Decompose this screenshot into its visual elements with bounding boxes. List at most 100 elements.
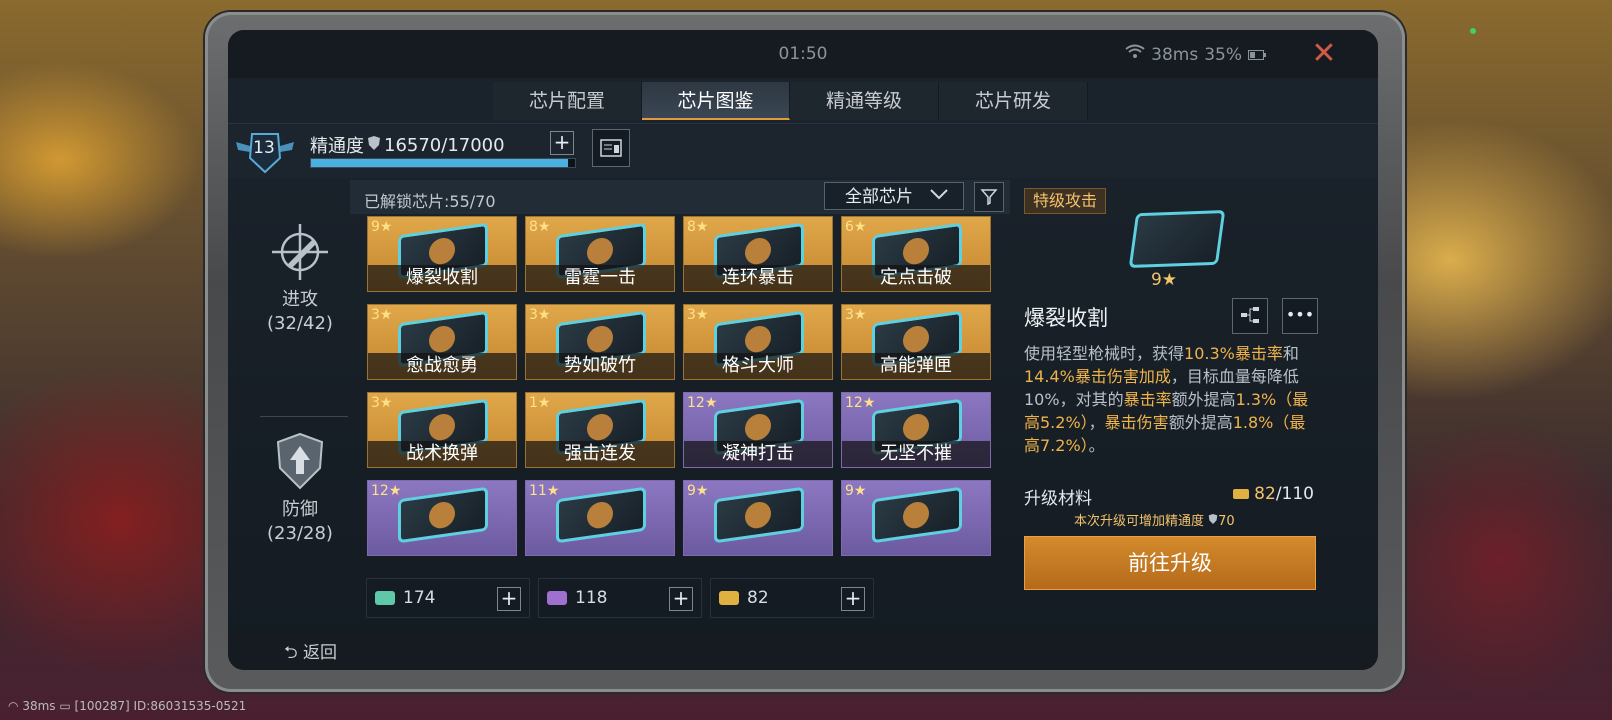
bottom-bar: ⮌ 返回 — [228, 630, 1378, 670]
unlocked-count: 已解锁芯片:55/70 — [364, 192, 496, 211]
material-total: /110 — [1275, 484, 1314, 504]
attack-count: (32/42) — [267, 313, 333, 334]
chip-card[interactable]: 6★ 定点击破 — [841, 216, 991, 292]
system-ping: 38ms — [22, 699, 56, 713]
chip-grid: 9★ 爆裂收割 8★ 雷霆一击 8★ 连环暴击 6★ 定点击破 3★ 愈战愈勇 3★ 势如破竹 3★ 格斗… — [350, 216, 1010, 572]
mastery-bar: 13 精通度 16570/17000 + — [228, 123, 1378, 178]
tab-chip-research[interactable]: 芯片研发 — [939, 82, 1088, 120]
chip-card[interactable]: 12★ 无坚不摧 — [841, 392, 991, 468]
chip-card[interactable]: 3★ 格斗大师 — [683, 304, 833, 380]
gold-chip-icon — [1232, 489, 1249, 499]
sidebar-item-defense[interactable]: 防御 (23/28) — [250, 430, 350, 546]
chip-card[interactable]: 3★ 势如破竹 — [525, 304, 675, 380]
chip-card-name: 凝神打击 — [684, 441, 832, 467]
chip-name: 爆裂收割 — [1024, 306, 1108, 330]
chip-stars: 3★ — [687, 307, 709, 323]
chip-card[interactable]: 9★ — [841, 480, 991, 556]
filter-value: 全部芯片 — [845, 187, 913, 207]
chip-card[interactable]: 11★ — [525, 480, 675, 556]
go-upgrade-button[interactable]: 前往升级 — [1024, 536, 1316, 590]
back-button[interactable]: ⮌ 返回 — [284, 638, 337, 669]
desc-text: ， — [1088, 413, 1105, 432]
back-arrow-icon: ⮌ — [284, 643, 298, 663]
chip-card[interactable]: 12★ — [367, 480, 517, 556]
chip-icon — [872, 486, 962, 544]
category-sidebar: 进攻 (32/42) 防御 (23/28) — [250, 180, 350, 630]
chip-card[interactable]: 8★ 雷霆一击 — [525, 216, 675, 292]
mastery-progress-fill — [311, 159, 569, 167]
chip-card[interactable]: 3★ 战术换弹 — [367, 392, 517, 468]
close-icon[interactable]: ✕ — [1310, 39, 1338, 69]
tab-chip-config[interactable]: 芯片配置 — [493, 82, 642, 120]
chip-card[interactable]: 12★ 凝神打击 — [683, 392, 833, 468]
mastery-label-row: 精通度 16570/17000 — [310, 132, 505, 158]
tab-chip-codex[interactable]: 芯片图鉴 — [642, 82, 790, 120]
status-dot — [1470, 28, 1476, 34]
chip-screen: 01:50 38ms 35% ✕ 芯片配置 芯片图鉴 精通等级 芯片研发 13 … — [228, 30, 1378, 670]
chip-card-name: 战术换弹 — [368, 441, 516, 467]
chip-stars: 9★ — [371, 219, 393, 235]
chip-card[interactable]: 9★ — [683, 480, 833, 556]
desc-highlight: 暴击伤害 — [1104, 413, 1169, 432]
sidebar-item-attack[interactable]: 进攻 (32/42) — [250, 220, 350, 336]
tab-mastery-level[interactable]: 精通等级 — [790, 82, 939, 120]
codex-book-button[interactable] — [592, 129, 630, 167]
chip-icon — [714, 486, 804, 544]
back-label: 返回 — [303, 643, 338, 663]
filter-button[interactable] — [974, 182, 1004, 212]
attack-label: 进攻 — [282, 289, 318, 310]
chip-card[interactable]: 1★ 强击连发 — [525, 392, 675, 468]
add-purple-button[interactable]: + — [669, 587, 693, 611]
chip-preview-icon — [1128, 210, 1226, 268]
ping-value: 38ms — [1151, 44, 1199, 65]
add-green-button[interactable]: + — [497, 587, 521, 611]
battery-value: 35% — [1204, 44, 1242, 65]
desc-text: 和 — [1282, 344, 1299, 363]
defense-count: (23/28) — [267, 523, 333, 544]
chip-card[interactable]: 9★ 爆裂收割 — [367, 216, 517, 292]
chip-stars: 12★ — [845, 395, 876, 411]
tab-bar: 芯片配置 芯片图鉴 精通等级 芯片研发 — [493, 82, 1088, 120]
mastery-value: 16570/17000 — [384, 134, 505, 156]
chip-description: 使用轻型枪械时，获得10.3%暴击率和14.4%暴击伤害加成，目标血量每降低10… — [1024, 342, 1316, 457]
chip-card-name: 爆裂收割 — [368, 265, 516, 291]
shield-icon — [1208, 514, 1218, 524]
mastery-level: 13 — [253, 138, 275, 158]
gold-chip-icon — [719, 591, 739, 605]
chip-card[interactable]: 3★ 愈战愈勇 — [367, 304, 517, 380]
tree-icon[interactable] — [1232, 298, 1268, 334]
resource-purple: 118 + — [538, 578, 702, 618]
shield-arrow-icon — [250, 430, 350, 498]
chip-detail-panel: 特级攻击 9★ 爆裂收割 ••• 使用轻型枪械时，获得10.3%暴击率和 14.4… — [1014, 180, 1370, 650]
material-label: 升级材料 — [1024, 489, 1092, 509]
chip-card[interactable]: 8★ 连环暴击 — [683, 216, 833, 292]
battery-icon: ▭ — [59, 699, 71, 713]
chip-stars: 8★ — [687, 219, 709, 235]
desc-highlight: 暴击率 — [1123, 390, 1172, 409]
funnel-icon — [980, 189, 998, 206]
chip-stars: 1★ — [529, 395, 551, 411]
more-icon[interactable]: ••• — [1282, 298, 1318, 334]
desc-text: 额外提高 — [1168, 413, 1233, 432]
chip-stars: 3★ — [371, 395, 393, 411]
wifi-icon — [1125, 44, 1145, 65]
material-value: 82/110 — [1232, 484, 1314, 504]
mastery-progress — [310, 158, 576, 168]
chip-card[interactable]: 3★ 高能弹匣 — [841, 304, 991, 380]
chip-filter-dropdown[interactable]: 全部芯片 — [824, 182, 964, 210]
chip-stars: 8★ — [529, 219, 551, 235]
resource-value: 82 — [747, 588, 769, 608]
chip-stars: 3★ — [845, 307, 867, 323]
wifi-icon: ◠ — [8, 699, 19, 713]
detail-stars: 9★ — [1150, 270, 1178, 290]
chip-card-name: 强击连发 — [526, 441, 674, 467]
purple-chip-icon — [547, 591, 567, 605]
chip-stars: 6★ — [845, 219, 867, 235]
sidebar-divider — [260, 416, 348, 417]
mastery-plus-button[interactable]: + — [550, 131, 574, 155]
chip-stars: 11★ — [529, 483, 560, 499]
resource-gold: 82 + — [710, 578, 874, 618]
desc-text: 。 — [1088, 436, 1105, 455]
chip-stars: 12★ — [371, 483, 402, 499]
add-gold-button[interactable]: + — [841, 587, 865, 611]
